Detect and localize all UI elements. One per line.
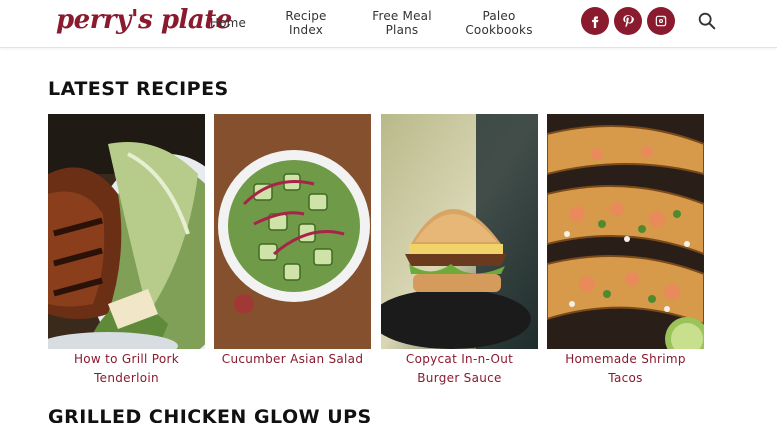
recipe-image-burger-sauce[interactable] (381, 114, 538, 349)
recipe-card[interactable]: Cucumber Asian Salad (214, 114, 371, 369)
instagram-icon[interactable] (647, 7, 675, 35)
recipe-title-link[interactable]: Cucumber Asian Salad (214, 350, 371, 369)
recipe-image-cucumber-salad[interactable] (214, 114, 371, 349)
nav-free-meal-plans[interactable]: Free Meal Plans (366, 7, 438, 39)
recipe-image-pork-tenderloin[interactable] (48, 114, 205, 349)
grilled-chicken-heading: GRILLED CHICKEN GLOW UPS (48, 406, 372, 423)
nav-paleo-cookbooks[interactable]: Paleo Cookbooks (462, 7, 536, 39)
recipe-title-link[interactable]: Homemade Shrimp Tacos (547, 350, 704, 388)
recipe-title-link[interactable]: Copycat In-n-Out Burger Sauce (381, 350, 538, 388)
nav-home[interactable]: Home (206, 7, 250, 39)
pinterest-icon[interactable] (614, 7, 642, 35)
recipe-card[interactable]: Homemade Shrimp Tacos (547, 114, 704, 388)
latest-recipes-heading: LATEST RECIPES (48, 78, 229, 100)
nav-recipe-index[interactable]: Recipe Index (278, 7, 334, 39)
recipe-title-link[interactable]: How to Grill Pork Tenderloin (48, 350, 205, 388)
site-header: perry's plate Home Recipe Index Free Mea… (0, 0, 777, 48)
recipe-card[interactable]: Copycat In-n-Out Burger Sauce (381, 114, 538, 388)
site-logo[interactable]: perry's plate (56, 0, 232, 44)
recipe-card[interactable]: How to Grill Pork Tenderloin (48, 114, 205, 388)
search-icon[interactable] (696, 10, 718, 32)
facebook-icon[interactable] (581, 7, 609, 35)
recipe-image-shrimp-tacos[interactable] (547, 114, 704, 349)
